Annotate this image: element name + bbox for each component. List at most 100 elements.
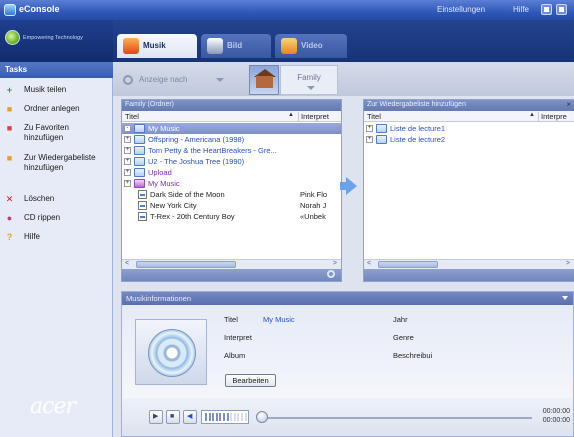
expand-node-icon[interactable]: + — [124, 136, 131, 143]
expand-node-icon[interactable]: + — [124, 158, 131, 165]
add-to-playlist-arrow-icon[interactable] — [340, 177, 357, 195]
minimize-button[interactable] — [541, 4, 552, 15]
family-label: Family — [297, 73, 321, 82]
seek-track[interactable] — [260, 417, 532, 419]
tab-music[interactable]: Musik — [117, 34, 197, 58]
year-label: Jahr — [393, 315, 408, 324]
expand-node-icon[interactable]: + — [366, 136, 373, 143]
tab-picture[interactable]: Bild — [201, 34, 271, 58]
seek-knob[interactable] — [256, 411, 268, 423]
task-share-music[interactable]: + Musik teilen — [0, 85, 113, 97]
music-note-icon — [123, 38, 139, 54]
music-info-panel: Musikinformationen Titel My Music Interp… — [121, 291, 574, 437]
tab-label: Musik — [143, 41, 166, 50]
playlist-hscrollbar[interactable]: < > — [364, 259, 574, 269]
scroll-right-icon[interactable]: > — [333, 260, 337, 267]
list-item[interactable]: + Upload — [122, 167, 341, 178]
volume-slider[interactable] — [201, 410, 249, 424]
volume-tick — [241, 413, 243, 421]
list-item[interactable]: Dark Side of the Moon Pink Flo — [122, 189, 341, 200]
scroll-right-icon[interactable]: > — [566, 260, 570, 267]
volume-tick — [208, 413, 211, 421]
album-label: Album — [224, 351, 246, 360]
help-link[interactable]: Hilfe — [513, 5, 529, 14]
folder-icon — [134, 168, 145, 177]
tab-video[interactable]: Video — [275, 34, 347, 58]
expand-node-icon[interactable]: + — [366, 125, 373, 132]
item-artist: Norah J — [300, 201, 327, 210]
scroll-left-icon[interactable]: < — [125, 260, 129, 267]
playlist-title: Liste de lecture1 — [390, 124, 446, 133]
item-title: Upload — [148, 168, 172, 177]
description-label: Beschreibui — [393, 351, 433, 360]
list-item[interactable]: T-Rex - 20th Century Boy «Unbek — [122, 211, 341, 222]
playlist-item[interactable]: + Liste de lecture2 — [364, 134, 574, 145]
settings-link[interactable]: Einstellungen — [437, 5, 485, 14]
tab-bar: Musik Bild Video — [113, 20, 574, 62]
playlist-pane-footer — [364, 269, 574, 281]
task-add-playlist[interactable]: ■ Zur Wiedergabeliste hinzufügen — [0, 153, 113, 185]
search-icon[interactable] — [327, 270, 335, 278]
scroll-thumb[interactable] — [378, 261, 438, 268]
list-item[interactable]: New York City Norah J — [122, 200, 341, 211]
title-value: My Music — [263, 315, 295, 324]
list-item[interactable]: - My Music — [122, 123, 341, 134]
list-item[interactable]: + Tom Petty & the HeartBreakers - Gre... — [122, 145, 341, 156]
sort-ascending-icon[interactable]: ▲ — [288, 112, 294, 118]
collapse-node-icon[interactable]: - — [124, 125, 131, 132]
volume-tick — [215, 413, 218, 421]
volume-tick — [226, 413, 229, 421]
brand-area: Empowering Technology — [0, 20, 113, 62]
help-icon: ? — [6, 232, 13, 242]
list-item[interactable]: + Offspring - Americana (1998) — [122, 134, 341, 145]
family-thumbnail[interactable] — [249, 65, 279, 95]
title-bar: eConsole Einstellungen Hilfe — [0, 0, 574, 20]
expand-node-icon[interactable]: + — [124, 169, 131, 176]
scroll-thumb[interactable] — [136, 261, 236, 268]
task-help[interactable]: ? Hilfe — [0, 232, 113, 244]
stop-button[interactable]: ■ — [166, 410, 180, 424]
task-label: Ordner anlegen — [24, 104, 80, 113]
sort-ascending-icon[interactable]: ▲ — [529, 112, 535, 118]
column-artist[interactable]: Interpre — [538, 112, 567, 121]
view-by-dropdown[interactable]: Anzeige nach — [121, 73, 231, 87]
play-button[interactable]: ▶ — [149, 410, 163, 424]
delete-icon: ✕ — [5, 194, 14, 204]
empowering-logo-icon[interactable] — [5, 30, 20, 45]
list-item[interactable]: + My Music — [122, 178, 341, 189]
collapse-icon[interactable] — [562, 296, 568, 300]
task-label: Zu Favoriten hinzufügen — [24, 123, 69, 142]
player-bar: ▶ ■ ◀ 00:00:00 00:00:00 — [122, 398, 573, 436]
video-icon — [281, 38, 297, 54]
expand-node-icon[interactable]: + — [124, 180, 131, 187]
mute-button[interactable]: ◀ — [183, 410, 197, 424]
playlist-item[interactable]: + Liste de lecture1 — [364, 123, 574, 134]
scroll-left-icon[interactable]: < — [367, 260, 371, 267]
list-item[interactable]: + U2 - The Joshua Tree (1990) — [122, 156, 341, 167]
column-artist[interactable]: Interpret — [298, 112, 329, 121]
column-title[interactable]: Titel — [125, 112, 139, 121]
item-title: My Music — [148, 179, 180, 188]
maximize-button[interactable] — [556, 4, 567, 15]
task-label: Zur Wiedergabeliste hinzufügen — [24, 153, 96, 172]
edit-button[interactable]: Bearbeiten — [225, 374, 276, 387]
task-rip-cd[interactable]: ● CD rippen — [0, 213, 113, 225]
library-hscrollbar[interactable]: < > — [122, 259, 341, 269]
folder-icon — [134, 124, 145, 133]
library-pane: Family (Ordner) Titel ▲ Interpret - My Mu… — [121, 99, 342, 282]
title-label: Titel — [224, 315, 238, 324]
music-file-icon — [138, 201, 147, 210]
family-selector[interactable]: Family — [280, 65, 338, 95]
task-create-folder[interactable]: ■ Ordner anlegen — [0, 104, 113, 116]
close-icon[interactable]: × — [566, 100, 571, 109]
task-delete[interactable]: ✕ Löschen — [0, 194, 113, 206]
column-title[interactable]: Titel — [367, 112, 381, 121]
task-add-favorites[interactable]: ■ Zu Favoriten hinzufügen — [0, 123, 113, 145]
task-label: Musik teilen — [24, 85, 67, 94]
playlist-column-header: Titel ▲ Interpre — [364, 111, 574, 122]
library-pane-header: Family (Ordner) — [122, 100, 341, 111]
expand-node-icon[interactable]: + — [124, 147, 131, 154]
item-title: New York City — [150, 201, 197, 210]
volume-tick — [233, 413, 236, 421]
plus-icon: + — [6, 85, 13, 95]
